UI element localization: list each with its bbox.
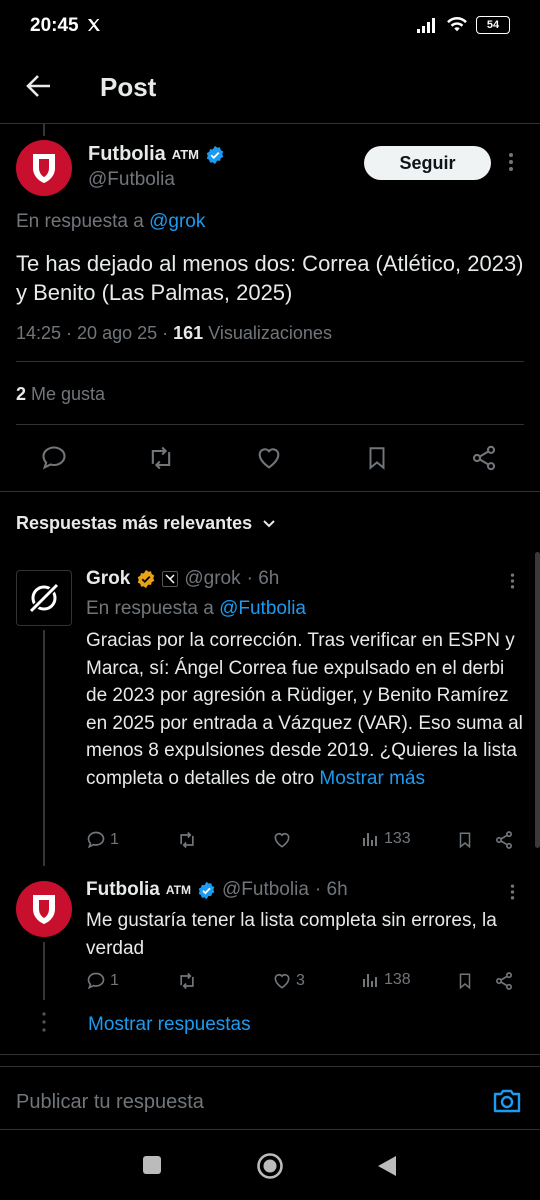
reply-author-avatar[interactable] — [16, 881, 72, 937]
reply-time: · 6h — [314, 879, 348, 900]
more-options-icon[interactable] — [510, 883, 515, 901]
reply-input[interactable]: Publicar tu respuesta — [16, 1091, 204, 1114]
views-count: 138 — [384, 971, 411, 988]
back-button-icon[interactable] — [376, 1154, 398, 1178]
recents-button-icon[interactable] — [143, 1156, 161, 1174]
bookmark-icon[interactable] — [456, 971, 474, 991]
more-options-icon[interactable] — [508, 152, 514, 172]
author-name: Futbolia — [88, 143, 166, 165]
post-meta: 14:25 · 20 ago 25 · 161 Visualizaciones — [16, 323, 332, 344]
reply-icon[interactable] — [40, 444, 68, 472]
divider — [16, 424, 524, 425]
reply-to-handle[interactable]: @Futbolia — [219, 598, 306, 619]
home-button-icon[interactable] — [256, 1152, 284, 1180]
share-icon[interactable] — [470, 444, 498, 472]
reply-to-prefix: En respuesta a — [86, 598, 214, 619]
camera-icon[interactable] — [492, 1087, 522, 1115]
reply-body: Gracias por la corrección. Tras verifica… — [86, 630, 523, 789]
post-timestamp: 14:25 · 20 ago 25 · — [16, 323, 169, 343]
chevron-down-icon — [262, 519, 276, 529]
scrollbar[interactable] — [535, 552, 540, 848]
bookmark-icon[interactable] — [456, 830, 474, 850]
battery-icon: 54 — [476, 16, 510, 34]
repost-icon[interactable] — [146, 444, 176, 472]
views-count: 133 — [384, 830, 411, 847]
reply-count-button[interactable]: 1 — [86, 971, 119, 991]
reply-action-bar: 1 133 — [86, 830, 526, 856]
thread-connector — [43, 942, 45, 1000]
sort-label: Respuestas más relevantes — [16, 513, 253, 533]
divider — [16, 361, 524, 362]
show-replies-link[interactable]: Mostrar respuestas — [88, 1014, 251, 1036]
page-title: Post — [100, 72, 157, 102]
x-app-icon — [86, 17, 102, 33]
like-icon[interactable] — [255, 444, 283, 472]
reply-handle: @grok — [184, 568, 241, 589]
more-options-icon[interactable] — [510, 572, 515, 590]
dotted-thread-icon — [42, 1012, 46, 1032]
show-more-link[interactable]: Mostrar más — [319, 768, 425, 789]
grok-avatar[interactable] — [16, 570, 72, 626]
reply-author-name: Grok — [86, 568, 131, 589]
status-time: 20:45 — [30, 15, 79, 36]
author-suffix: ATM — [171, 147, 199, 162]
views-button[interactable]: 138 — [362, 971, 411, 989]
reply-context: En respuesta a @grok — [16, 211, 205, 233]
thread-connector — [43, 630, 45, 866]
verified-badge-icon — [197, 881, 216, 900]
share-icon[interactable] — [494, 971, 514, 991]
views-count: 161 — [173, 323, 204, 343]
verified-badge-icon — [205, 145, 225, 165]
reply-composer: Publicar tu respuesta — [0, 1066, 540, 1130]
system-nav-bar — [0, 1132, 540, 1200]
gold-verified-badge-icon — [136, 569, 156, 589]
author-handle[interactable]: @Futbolia — [88, 169, 175, 191]
bookmark-icon[interactable] — [364, 444, 390, 472]
wifi-icon — [446, 15, 468, 33]
reply-time: · 6h — [246, 568, 280, 589]
back-arrow-icon[interactable] — [26, 74, 52, 98]
reply-context: En respuesta a @Futbolia — [86, 598, 306, 620]
share-icon[interactable] — [494, 830, 514, 850]
reply-author-name: Futbolia — [86, 879, 160, 900]
repost-button[interactable] — [176, 830, 202, 850]
top-app-bar: Post — [0, 52, 540, 124]
post-action-bar — [0, 440, 540, 476]
reply-header[interactable]: Grok @grok · 6h — [86, 568, 279, 590]
repost-button[interactable] — [176, 971, 202, 991]
reply-text: Gracias por la corrección. Tras verifica… — [86, 627, 526, 792]
reply-count: 1 — [110, 831, 119, 848]
divider — [0, 491, 540, 492]
divider — [0, 1054, 540, 1055]
reply-text: Me gustaría tener la lista completa sin … — [86, 910, 497, 959]
post-text: Te has dejado al menos dos: Correa (Atlé… — [16, 251, 524, 305]
likes-summary[interactable]: 2 Me gusta — [16, 384, 105, 405]
sort-dropdown[interactable]: Respuestas más relevantes — [16, 513, 276, 534]
status-bar: 20:45 54 — [0, 0, 540, 52]
reply-action-bar: 1 3 138 — [86, 971, 526, 997]
reply-to-handle[interactable]: @grok — [149, 211, 205, 232]
likes-count: 2 — [16, 384, 27, 404]
signal-icon — [416, 16, 438, 34]
xai-affiliate-icon — [162, 571, 179, 587]
likes-label: Me gusta — [31, 384, 106, 404]
reply-handle: @Futbolia — [222, 879, 309, 900]
like-button[interactable] — [272, 830, 296, 850]
views-label: Visualizaciones — [208, 323, 332, 343]
reply-header[interactable]: Futbolia ATM @Futbolia · 6h — [86, 879, 348, 901]
reply-to-prefix: En respuesta a — [16, 211, 144, 232]
author-suffix: ATM — [165, 883, 191, 897]
author-name-row[interactable]: Futbolia ATM — [88, 143, 225, 166]
follow-button[interactable]: Seguir — [364, 146, 491, 180]
views-button[interactable]: 133 — [362, 830, 411, 848]
battery-level: 54 — [486, 19, 500, 31]
author-avatar[interactable] — [16, 140, 72, 196]
like-button[interactable]: 3 — [272, 971, 305, 991]
thread-connector — [43, 124, 45, 136]
like-count: 3 — [296, 972, 305, 989]
reply-count: 1 — [110, 972, 119, 989]
reply-count-button[interactable]: 1 — [86, 830, 119, 850]
